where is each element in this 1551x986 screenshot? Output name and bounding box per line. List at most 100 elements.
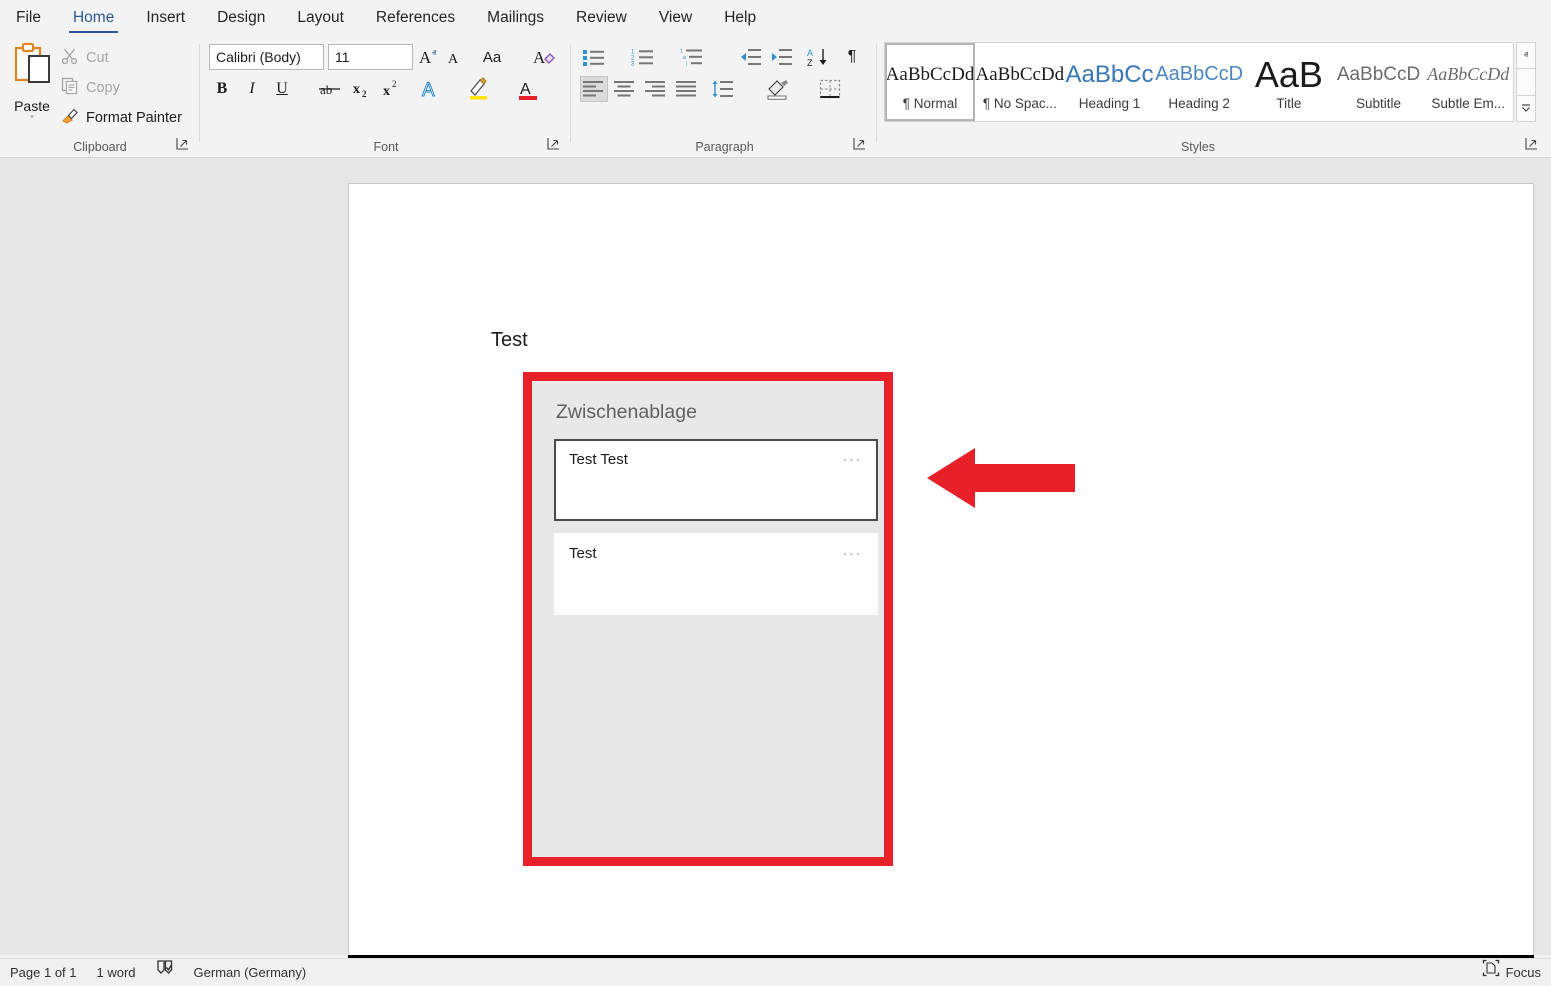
font-color-button[interactable]: A [515, 76, 543, 102]
tab-view[interactable]: View [643, 0, 708, 36]
chevron-up-icon: ⱏ [1524, 50, 1528, 61]
change-case-caret[interactable]: ⱟ [507, 44, 521, 70]
paste-dropdown-caret[interactable]: ˇ [8, 114, 56, 128]
style-item-subtitle[interactable]: AaBbCcD Subtitle [1334, 43, 1424, 121]
font-dialog-launcher[interactable] [547, 137, 563, 153]
styles-dialog-launcher[interactable] [1525, 137, 1541, 153]
shrink-font-button[interactable]: Aⱟ [446, 44, 472, 70]
strikethrough-button[interactable]: ab [317, 76, 345, 102]
clear-formatting-button[interactable]: A [531, 44, 559, 70]
tab-references[interactable]: References [360, 0, 471, 36]
styles-scroll-up-button[interactable]: ⱏ [1516, 42, 1536, 69]
decrease-indent-button[interactable] [737, 44, 765, 70]
clipboard-item-1[interactable]: Test ··· [554, 533, 878, 615]
underline-button[interactable]: U [269, 76, 295, 102]
tab-review[interactable]: Review [560, 0, 643, 36]
text-effects-caret[interactable]: ⱟ [445, 76, 459, 102]
line-spacing-caret[interactable]: ⱟ [737, 76, 751, 102]
bullets-caret[interactable]: ⱟ [608, 44, 622, 70]
justify-button[interactable] [673, 76, 701, 102]
status-page-label: Page 1 of 1 [10, 959, 77, 986]
text-effects-button[interactable]: A [417, 76, 445, 102]
italic-button[interactable]: I [239, 76, 265, 102]
subscript-button[interactable]: x2 [351, 76, 377, 102]
shading-caret[interactable]: ⱟ [793, 76, 807, 102]
style-item-heading-2[interactable]: AaBbCcD Heading 2 [1154, 43, 1244, 121]
style-item-title[interactable]: AaB Title [1244, 43, 1334, 121]
borders-button[interactable] [817, 76, 845, 102]
ribbon-group-font: Calibri (Body) ⱟ 11 ⱟ Aⱏ Aⱟ Aa ⱟ A [201, 36, 571, 157]
paragraph-dialog-launcher[interactable] [853, 137, 869, 153]
clipboard-item-0[interactable]: Test Test ··· [554, 439, 878, 521]
chevron-down-icon[interactable]: ⱟ [404, 51, 410, 63]
styles-scroll-down-button[interactable]: ⱟ [1516, 68, 1536, 95]
status-page-indicator[interactable]: Page 1 of 1 [0, 959, 87, 986]
show-formatting-marks-button[interactable]: ¶ [838, 44, 866, 70]
line-spacing-button[interactable] [709, 76, 737, 102]
grow-font-button[interactable]: Aⱏ [417, 44, 443, 70]
style-label: ¶ Normal [903, 96, 958, 111]
svg-text:1: 1 [680, 49, 683, 55]
tab-file-label: File [16, 9, 41, 26]
tab-mailings[interactable]: Mailings [471, 0, 560, 36]
numbering-button[interactable]: 1 2 3 [629, 44, 657, 70]
change-case-button[interactable]: Aa [477, 44, 507, 70]
paste-button[interactable]: Paste ˇ [8, 42, 56, 134]
document-workspace[interactable]: Test Zwischenablage Test Test ··· Test ·… [0, 158, 1551, 958]
shading-button[interactable] [765, 76, 793, 102]
style-preview: AaBbCc [1065, 54, 1155, 96]
tab-home[interactable]: Home [57, 0, 130, 36]
tab-layout[interactable]: Layout [281, 0, 360, 36]
multilevel-list-button[interactable]: 1 a i [678, 44, 706, 70]
clipboard-item-menu-icon[interactable]: ··· [843, 545, 863, 562]
style-item-no-spacing[interactable]: AaBbCcDd ¶ No Spac... [975, 43, 1065, 121]
document-page[interactable]: Test Zwischenablage Test Test ··· Test ·… [348, 183, 1534, 973]
style-item-subtle-emphasis[interactable]: AaBbCcDd Subtle Em... [1423, 43, 1513, 121]
svg-text:A: A [533, 48, 546, 67]
borders-caret[interactable]: ⱟ [845, 76, 859, 102]
style-item-normal[interactable]: AaBbCcDd ¶ Normal [885, 43, 975, 121]
font-size-combo[interactable]: 11 ⱟ [328, 44, 413, 70]
highlight-color-button[interactable] [466, 76, 494, 102]
highlight-color-caret[interactable]: ⱟ [494, 76, 508, 102]
italic-label: I [249, 80, 254, 98]
tab-design[interactable]: Design [201, 0, 281, 36]
tab-insert[interactable]: Insert [130, 0, 201, 36]
style-preview: AaBbCcDd [1423, 54, 1513, 96]
multilevel-list-caret[interactable]: ⱟ [706, 44, 720, 70]
font-size-value: 11 [335, 49, 404, 65]
sort-button[interactable]: A Z [804, 44, 832, 70]
bullets-button[interactable] [580, 44, 608, 70]
tab-file[interactable]: File [0, 0, 57, 36]
clipboard-item-menu-icon[interactable]: ··· [843, 451, 863, 468]
document-body-text[interactable]: Test [491, 329, 528, 352]
chevron-down-icon[interactable]: ⱟ [315, 51, 321, 63]
svg-text:A: A [520, 81, 531, 98]
align-left-button[interactable] [580, 76, 608, 102]
style-item-heading-1[interactable]: AaBbCc Heading 1 [1065, 43, 1155, 121]
clipboard-dialog-launcher[interactable] [176, 137, 192, 153]
format-painter-button[interactable]: Format Painter [58, 104, 182, 132]
ribbon: File Home Insert Design Layout Reference… [0, 0, 1551, 158]
align-center-button[interactable] [611, 76, 639, 102]
focus-mode-button[interactable]: Focus [1472, 959, 1551, 986]
status-proofing-indicator[interactable] [146, 959, 184, 986]
svg-text:A: A [422, 80, 435, 101]
underline-caret[interactable]: ⱟ [297, 76, 311, 102]
numbering-caret[interactable]: ⱟ [657, 44, 671, 70]
font-name-combo[interactable]: Calibri (Body) ⱟ [209, 44, 324, 70]
ribbon-group-clipboard: Paste ˇ Cut [0, 36, 200, 157]
font-color-caret[interactable]: ⱟ [543, 76, 557, 102]
align-right-button[interactable] [642, 76, 670, 102]
bold-button[interactable]: B [209, 76, 235, 102]
tab-help[interactable]: Help [708, 0, 772, 36]
increase-indent-button[interactable] [768, 44, 796, 70]
cut-button[interactable]: Cut [58, 44, 109, 72]
superscript-button[interactable]: x2 [381, 76, 407, 102]
copy-button[interactable]: Copy [58, 74, 120, 102]
status-language-indicator[interactable]: German (Germany) [184, 959, 317, 986]
status-word-count[interactable]: 1 word [87, 959, 146, 986]
svg-text:3: 3 [631, 62, 635, 68]
styles-more-button[interactable] [1516, 95, 1536, 122]
tab-insert-label: Insert [146, 9, 185, 26]
